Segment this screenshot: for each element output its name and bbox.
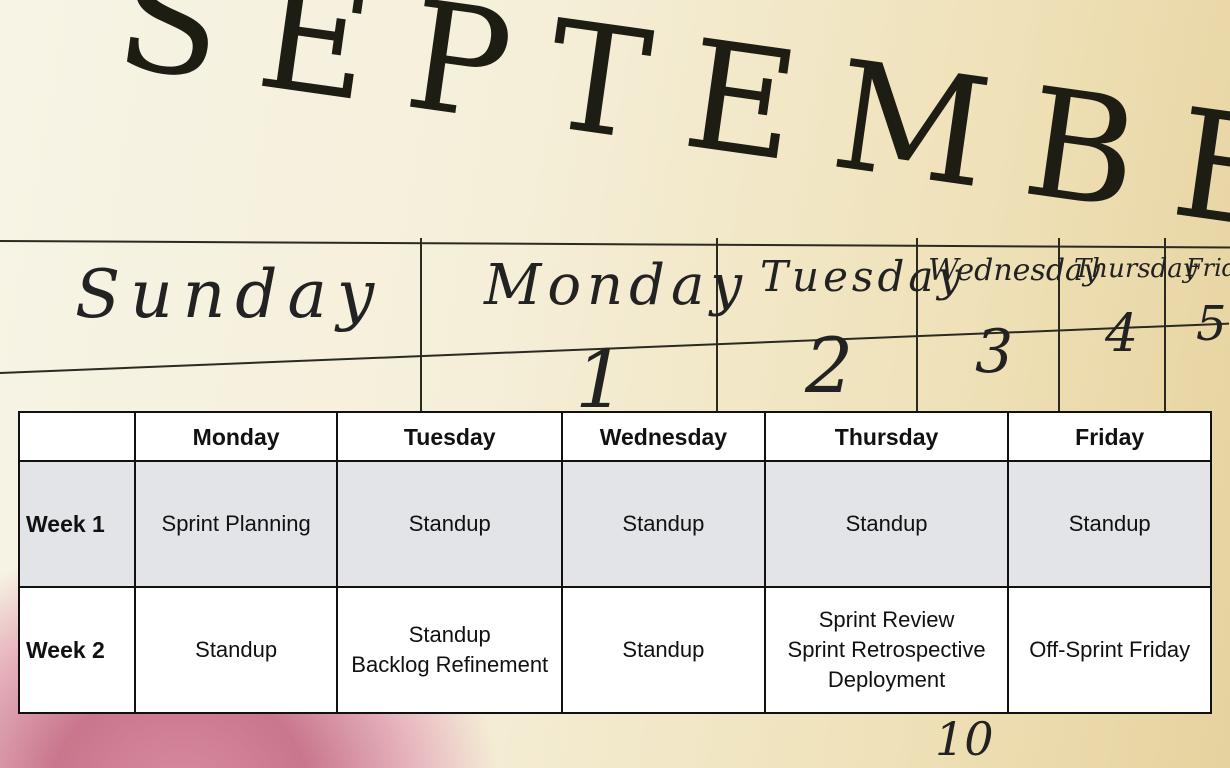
event: Sprint Review <box>818 607 955 632</box>
row-header: Week 2 <box>18 586 136 714</box>
divider <box>0 240 1230 249</box>
column-header-wednesday: Wednesday <box>561 411 766 462</box>
column-header-tuesday: Tuesday <box>336 411 564 462</box>
column-header-thursday: Thursday <box>763 411 1010 462</box>
date-number: 10 <box>935 712 994 766</box>
sprint-schedule-table: Monday Tuesday Wednesday Thursday Friday… <box>18 411 1212 714</box>
table-cell: Standup <box>336 460 564 588</box>
corner-cell <box>18 411 136 462</box>
date-number: 1 <box>575 333 626 426</box>
day-label: Thursday <box>1074 254 1198 284</box>
day-label: Sunday <box>75 256 385 333</box>
table-cell: Standup <box>763 460 1010 588</box>
table-row: Week 1 Sprint Planning Standup Standup S… <box>18 460 1212 588</box>
date-number: 5 <box>1196 296 1227 352</box>
event: Standup <box>195 637 278 662</box>
event: Deployment <box>827 667 946 692</box>
column-header-friday: Friday <box>1007 411 1212 462</box>
table-cell: Standup <box>1007 460 1212 588</box>
event: Sprint Planning <box>161 511 311 536</box>
column-header-monday: Monday <box>133 411 339 462</box>
event: Sprint Retrospective <box>787 637 986 662</box>
event: Standup <box>622 637 705 662</box>
date-number: 3 <box>975 317 1014 387</box>
day-label: Monday <box>484 253 748 318</box>
date-number: 2 <box>805 321 854 410</box>
table-cell: Standup <box>133 586 339 714</box>
event: Standup <box>622 511 705 536</box>
event: Standup <box>408 622 491 647</box>
day-label: Friday <box>1186 254 1230 282</box>
row-header: Week 1 <box>18 460 136 588</box>
table-cell: Sprint Planning <box>133 460 339 588</box>
table-cell: Off-Sprint Friday <box>1007 586 1212 714</box>
event: Off-Sprint Friday <box>1029 637 1191 662</box>
divider <box>420 238 422 418</box>
table-row: Week 2 Standup Standup Backlog Refinement… <box>18 586 1212 714</box>
table-cell: Standup <box>561 586 766 714</box>
table-cell: Standup Backlog Refinement <box>336 586 564 714</box>
header-row: Monday Tuesday Wednesday Thursday Friday <box>18 411 1212 462</box>
date-number: 4 <box>1105 304 1139 364</box>
event: Standup <box>845 511 928 536</box>
event: Backlog Refinement <box>351 652 549 677</box>
event: Standup <box>1068 511 1151 536</box>
event: Standup <box>408 511 491 536</box>
table-cell: Standup <box>561 460 766 588</box>
table-cell: Sprint Review Sprint Retrospective Deploym… <box>763 586 1010 714</box>
